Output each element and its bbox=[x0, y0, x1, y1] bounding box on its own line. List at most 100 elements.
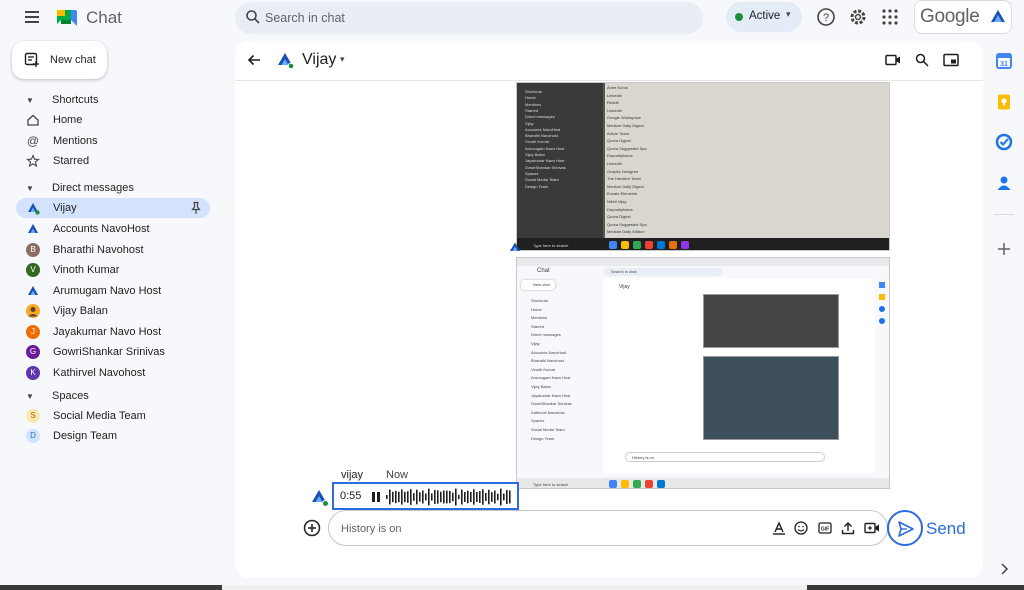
screenshot-email-row: Depositphotos bbox=[607, 153, 633, 159]
navohost-avatar-icon bbox=[28, 224, 38, 233]
screenshot-conversation: Vijay History is on bbox=[603, 278, 875, 474]
sidebar-item-design-team[interactable]: D Design Team bbox=[16, 426, 210, 446]
avatar: K bbox=[26, 366, 40, 380]
waveform-icon[interactable] bbox=[386, 487, 514, 507]
picture-in-picture-icon[interactable] bbox=[943, 53, 959, 67]
sidebar-item-label: Vijay bbox=[53, 202, 77, 214]
sidebar-item-label: Vijay Balan bbox=[53, 305, 108, 317]
sidebar-item-social-media-team[interactable]: S Social Media Team bbox=[16, 406, 210, 426]
text-format-icon[interactable] bbox=[772, 521, 786, 535]
nested-screenshot-2 bbox=[703, 356, 839, 440]
bottom-strip bbox=[0, 585, 1024, 590]
chevron-down-icon[interactable]: ▾ bbox=[340, 54, 345, 65]
google-wordmark: Google bbox=[920, 6, 980, 27]
screenshot-email-row: Medium Daily Edition bbox=[607, 229, 645, 235]
sidebar-item-home[interactable]: Home bbox=[16, 110, 210, 130]
apps-grid-icon[interactable] bbox=[880, 7, 900, 27]
screenshot-right-rail bbox=[879, 282, 885, 352]
gif-icon[interactable]: GIF bbox=[818, 521, 832, 535]
message-composer[interactable]: GIF bbox=[328, 510, 888, 546]
screenshot-sidebar-label: Arumugam Navo Host bbox=[525, 145, 565, 151]
svg-text:?: ? bbox=[823, 12, 829, 24]
chevron-right-icon[interactable] bbox=[995, 560, 1013, 578]
help-icon[interactable]: ? bbox=[816, 7, 836, 27]
taskbar-app-icon bbox=[657, 480, 665, 488]
screenshot-email-row: Envato Elements bbox=[607, 191, 638, 197]
sidebar-item-vinoth[interactable]: V Vinoth Kumar bbox=[16, 260, 210, 280]
taskbar-app-icon bbox=[621, 480, 629, 488]
back-arrow-icon[interactable] bbox=[247, 53, 261, 67]
main-menu-icon[interactable] bbox=[22, 8, 42, 28]
pin-icon[interactable] bbox=[190, 201, 202, 215]
avatar: G bbox=[26, 345, 40, 359]
screenshot-taskbar: Type here to search bbox=[517, 238, 889, 250]
pause-icon[interactable] bbox=[371, 491, 381, 503]
upload-icon[interactable] bbox=[841, 521, 855, 535]
tasks-icon[interactable] bbox=[995, 133, 1013, 151]
emoji-icon[interactable] bbox=[794, 521, 808, 535]
google-account-box[interactable]: Google bbox=[914, 0, 1012, 34]
contacts-icon[interactable] bbox=[995, 174, 1013, 192]
sidebar-item-vijay[interactable]: Vijay bbox=[16, 198, 210, 218]
home-icon bbox=[27, 114, 39, 126]
screenshot-sidebar-label: Shortcuts bbox=[531, 298, 548, 303]
screenshot-sidebar-label: Vijay bbox=[531, 341, 540, 346]
settings-gear-icon[interactable] bbox=[848, 7, 868, 27]
add-plus-icon[interactable] bbox=[995, 240, 1013, 258]
search-icon[interactable] bbox=[245, 9, 261, 25]
account-avatar-icon[interactable] bbox=[987, 6, 1009, 28]
space-avatar: S bbox=[26, 409, 40, 423]
voice-message-player[interactable]: 0:55 bbox=[332, 482, 519, 510]
chevron-down-icon: ▾ bbox=[786, 9, 791, 19]
screenshot-sidebar-label: Vinoth Kumar bbox=[525, 139, 550, 145]
app-title: Chat bbox=[86, 8, 122, 27]
calendar-icon[interactable]: 31 bbox=[995, 52, 1013, 70]
screenshot-email-row: Quora Suggested Spa bbox=[607, 145, 647, 151]
top-bar: Chat Active ▾ ? Google bbox=[0, 0, 1024, 36]
screenshot-email-row: Quora Digest bbox=[607, 138, 631, 144]
sidebar-item-jayakumar[interactable]: J Jayakumar Navo Host bbox=[16, 322, 210, 342]
screenshot-email-row: Nikhil Vijay bbox=[607, 199, 627, 204]
attached-screenshot-1[interactable]: Shortcuts Home Mentions Starred Direct messa… bbox=[516, 82, 890, 251]
conversation-header: Vijay ▾ bbox=[235, 41, 983, 81]
sidebar-item-arumugam[interactable]: Arumugam Navo Host bbox=[16, 281, 210, 301]
taskbar-app-icon bbox=[609, 480, 617, 488]
screenshot-sidebar-label: Kathirvel Navohost bbox=[531, 409, 565, 415]
screenshot-new-chat-text: New chat bbox=[533, 282, 550, 287]
navohost-avatar-icon bbox=[28, 286, 38, 295]
video-call-icon[interactable] bbox=[885, 53, 901, 67]
message-input[interactable] bbox=[341, 520, 741, 538]
send-label[interactable]: Send bbox=[926, 519, 966, 539]
sidebar-item-bharathi[interactable]: B Bharathi Navohost bbox=[16, 240, 210, 260]
user-photo-avatar bbox=[26, 304, 40, 318]
search-input[interactable] bbox=[265, 8, 685, 28]
sidebar-item-starred[interactable]: Starred bbox=[16, 151, 210, 171]
screenshot-sidebar: Shortcuts Home Mentions Starred Direct messa… bbox=[517, 83, 603, 238]
screenshot-sidebar-label: Design Team bbox=[531, 435, 555, 441]
search-icon[interactable] bbox=[915, 53, 929, 67]
screenshot-sidebar-label: Arumugam Navo Host bbox=[531, 375, 571, 381]
search-bar[interactable] bbox=[235, 2, 703, 34]
screenshot-sidebar-label: GowriShankar Srinivas bbox=[531, 401, 572, 407]
keep-notes-icon[interactable] bbox=[995, 93, 1013, 111]
screenshot-sidebar-label: Mentions bbox=[531, 315, 548, 321]
screenshot-sidebar-label: Accounts NavoHost bbox=[531, 349, 567, 355]
conversation-title[interactable]: Vijay bbox=[302, 51, 336, 69]
new-chat-button[interactable]: New chat bbox=[12, 41, 107, 79]
add-circle-icon[interactable] bbox=[303, 519, 321, 537]
send-button[interactable] bbox=[887, 510, 923, 546]
status-selector[interactable]: Active ▾ bbox=[726, 2, 802, 32]
sidebar-item-kathirvel[interactable]: K Kathirvel Navohost bbox=[16, 363, 210, 383]
sidebar-item-vijay-balan[interactable]: Vijay Balan bbox=[16, 301, 210, 321]
sidebar-item-accounts-navohost[interactable]: Accounts NavoHost bbox=[16, 219, 210, 239]
attached-screenshot-2[interactable]: Chat Search in chat New chat Shortcuts Ho… bbox=[516, 257, 890, 489]
screenshot-sidebar-label: Vinoth Kumar bbox=[531, 366, 556, 372]
add-video-icon[interactable] bbox=[864, 521, 880, 535]
sidebar-item-label: Starred bbox=[53, 155, 90, 167]
sidebar-item-label: Bharathi Navohost bbox=[53, 244, 144, 256]
sidebar-item-gowrishankar[interactable]: G GowriShankar Srinivas bbox=[16, 342, 210, 362]
message-timestamp: Now bbox=[386, 469, 409, 481]
taskbar-app-icon bbox=[645, 241, 653, 249]
taskbar-search-text: Type here to search bbox=[533, 482, 569, 487]
sidebar-item-mentions[interactable]: @ Mentions bbox=[16, 131, 210, 151]
